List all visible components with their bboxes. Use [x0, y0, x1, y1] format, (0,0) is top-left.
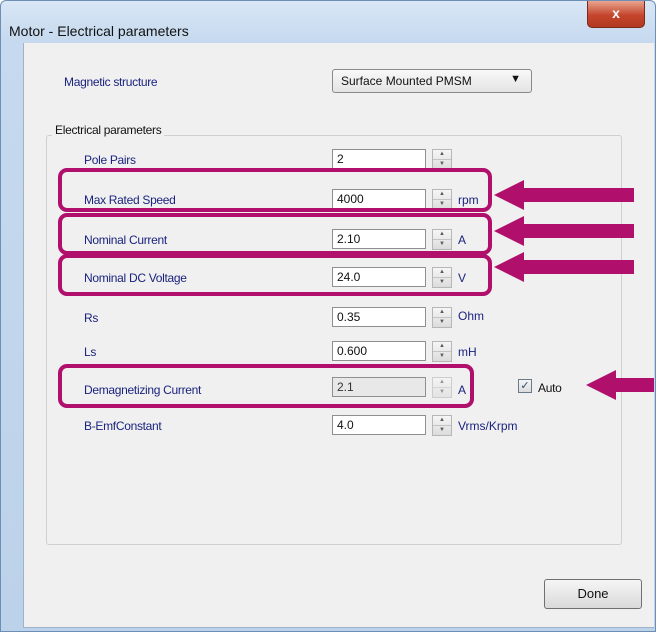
highlight-nominal-dc-voltage [58, 254, 492, 296]
spin-up-icon[interactable]: ▲ [433, 308, 451, 318]
close-button[interactable]: x [587, 1, 645, 28]
dialog-window: Motor - Electrical parameters x Magnetic… [0, 0, 656, 632]
magnetic-structure-label: Magnetic structure [64, 75, 158, 89]
rs-label: Rs [84, 311, 99, 325]
arrow-left-icon [494, 216, 634, 246]
highlight-nominal-current [58, 213, 492, 255]
spin-up-icon[interactable]: ▲ [433, 342, 451, 352]
dialog-body: Magnetic structure Surface Mounted PMSM … [23, 43, 654, 628]
title-bar[interactable]: Motor - Electrical parameters x [1, 1, 655, 43]
pole-pairs-input[interactable]: 2 [332, 149, 426, 169]
checkmark-icon: ✓ [520, 380, 530, 392]
rs-input[interactable]: 0.35 [332, 307, 426, 327]
magnetic-structure-select[interactable]: Surface Mounted PMSM ▼ [332, 69, 532, 93]
ls-unit: mH [458, 345, 477, 359]
ls-input[interactable]: 0.600 [332, 341, 426, 361]
rs-unit: Ohm [458, 309, 485, 323]
b-emf-constant-unit: Vrms/Krpm [458, 419, 518, 433]
magnetic-structure-value: Surface Mounted PMSM [341, 74, 472, 88]
spin-up-icon[interactable]: ▲ [433, 416, 451, 426]
b-emf-constant-value: 4.0 [337, 418, 354, 432]
ls-label: Ls [84, 345, 97, 359]
highlight-demagnetizing-current [58, 364, 474, 408]
spin-down-icon[interactable]: ▼ [433, 352, 451, 361]
done-button[interactable]: Done [544, 579, 642, 609]
pole-pairs-value: 2 [337, 152, 344, 166]
b-emf-constant-input[interactable]: 4.0 [332, 415, 426, 435]
window-title: Motor - Electrical parameters [9, 23, 189, 39]
arrow-left-icon [494, 252, 634, 282]
rs-value: 0.35 [337, 310, 361, 324]
arrow-left-icon [494, 180, 634, 210]
chevron-down-icon: ▼ [510, 73, 521, 85]
spin-down-icon[interactable]: ▼ [433, 318, 451, 327]
spin-up-icon[interactable]: ▲ [433, 150, 451, 160]
b-emf-constant-spinner[interactable]: ▲ ▼ [432, 415, 452, 436]
arrow-left-icon [586, 370, 654, 400]
highlight-max-rated-speed [58, 168, 492, 212]
pole-pairs-spinner[interactable]: ▲ ▼ [432, 149, 452, 170]
auto-checkbox[interactable]: ✓ [518, 379, 532, 393]
spin-down-icon[interactable]: ▼ [433, 426, 451, 435]
close-icon: x [612, 5, 620, 21]
ls-spinner[interactable]: ▲ ▼ [432, 341, 452, 362]
electrical-parameters-title: Electrical parameters [52, 123, 165, 137]
b-emf-constant-label: B-EmfConstant [84, 419, 162, 433]
rs-spinner[interactable]: ▲ ▼ [432, 307, 452, 328]
pole-pairs-label: Pole Pairs [84, 153, 136, 167]
ls-value: 0.600 [337, 344, 368, 358]
auto-label: Auto [538, 381, 562, 395]
